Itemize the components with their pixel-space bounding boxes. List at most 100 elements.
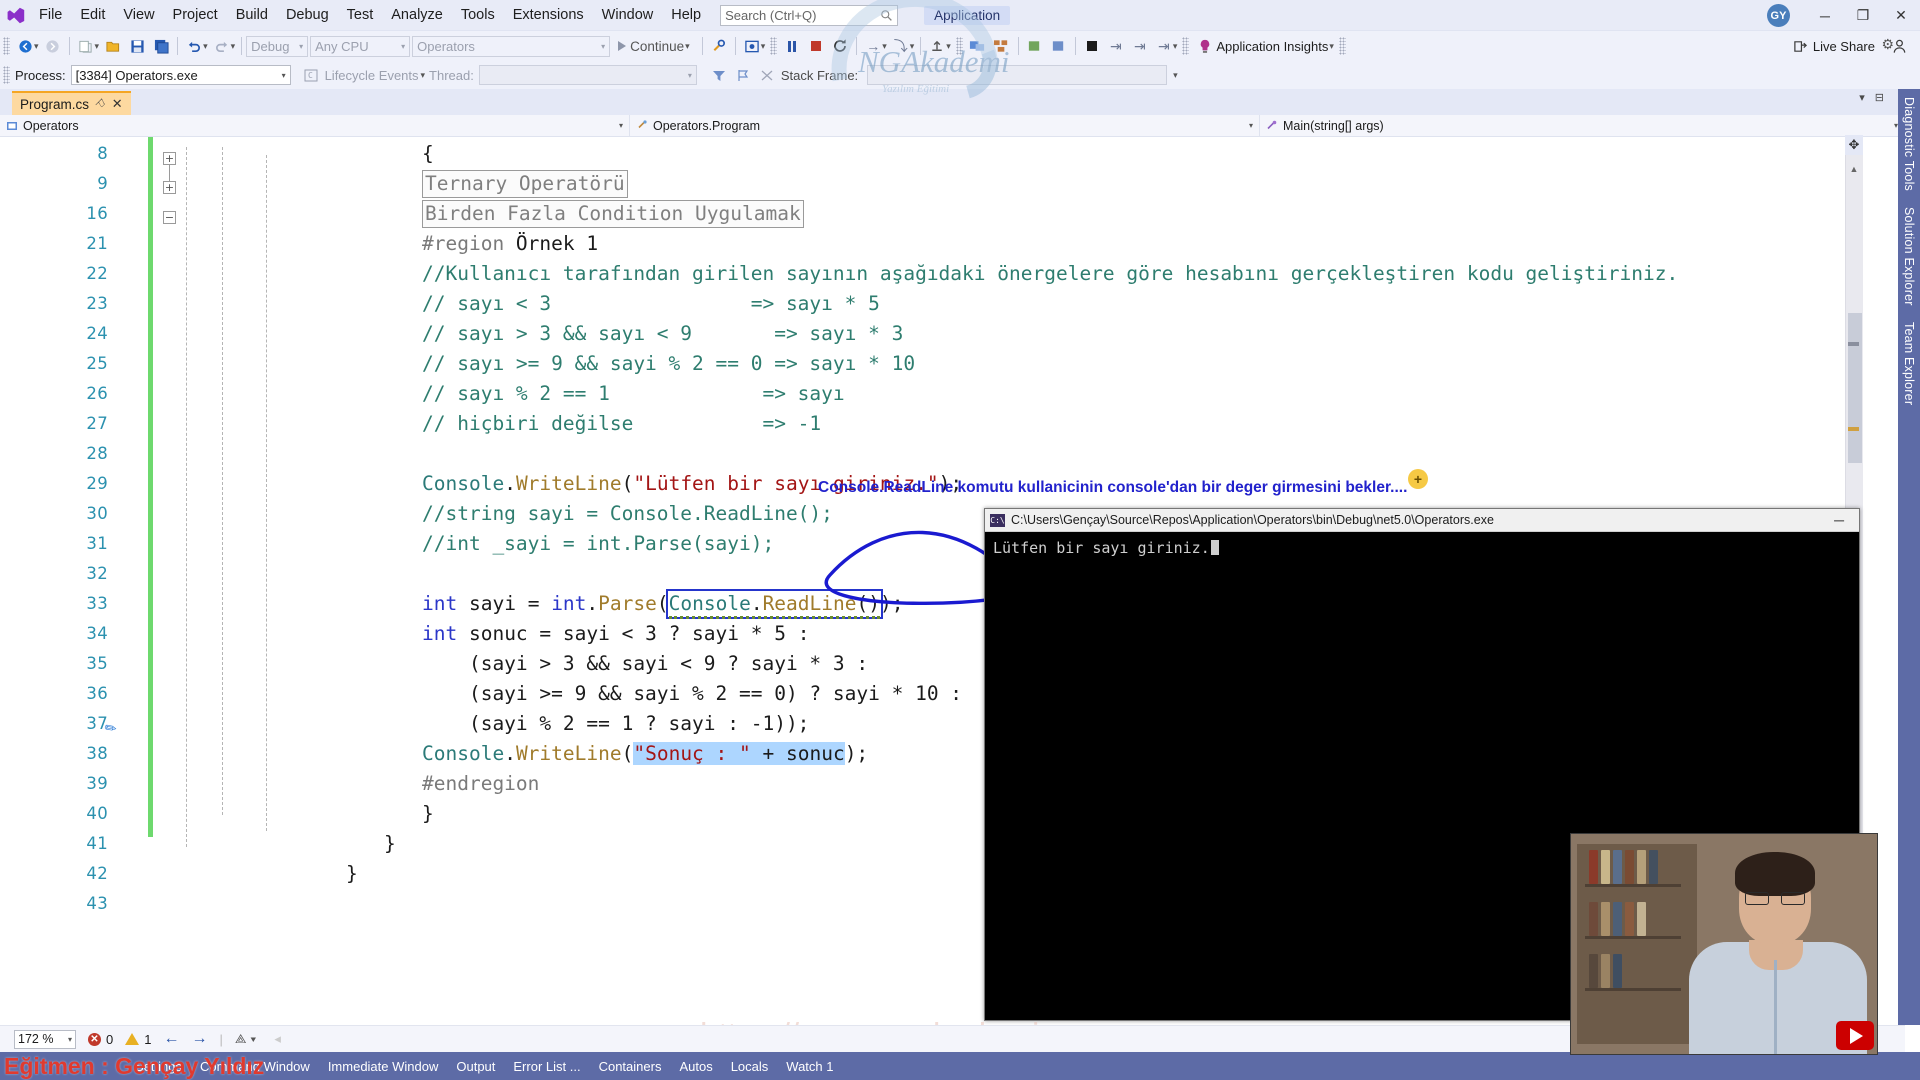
open-file-icon[interactable] <box>101 34 125 58</box>
back-dropdown-icon[interactable]: ▾ <box>34 41 39 52</box>
close-button[interactable]: ✕ <box>1882 0 1920 31</box>
toolbar-grip-4[interactable] <box>1182 37 1190 55</box>
chevron-down-icon[interactable]: ▾ <box>1329 41 1334 52</box>
breadcrumb-type[interactable]: Operators.Program ▾ <box>630 114 1260 137</box>
filter-threads-icon[interactable] <box>707 63 731 87</box>
highlighted-expression[interactable]: Console.ReadLine() <box>665 589 883 619</box>
toolbar-grip[interactable] <box>3 37 10 55</box>
code-line[interactable]: 25 // sayı >= 9 && sayi % 2 == 0 => sayı … <box>0 349 1905 379</box>
maximize-button[interactable]: ❐ <box>1844 0 1882 31</box>
breakpoint-icon[interactable] <box>1080 34 1104 58</box>
toolbar-grip-5[interactable] <box>1338 37 1346 55</box>
application-insights-button[interactable]: Application Insights ▾ <box>1198 39 1336 54</box>
code-line[interactable]: 21 #region Örnek 1 <box>0 229 1905 259</box>
navigate-forward-icon[interactable]: → <box>191 1030 207 1048</box>
debug-toolbar-grip[interactable] <box>3 66 10 84</box>
collapsed-region[interactable]: Ternary Operatörü <box>422 170 628 198</box>
pin-icon[interactable]: ⚐ <box>92 95 110 113</box>
startup-project-combo[interactable]: Operators ▾ <box>412 35 611 57</box>
split-view-icon[interactable]: ✥ <box>1845 135 1863 155</box>
live-share-button[interactable]: Live Share <box>1793 39 1875 54</box>
bottom-tab-autos[interactable]: Autos <box>670 1059 721 1074</box>
stack-frame-dropdown-icon[interactable]: ▾ <box>1173 70 1178 81</box>
scroll-up-arrow-icon[interactable]: ▲ <box>1845 160 1863 178</box>
lifecycle-events-icon[interactable]: C <box>299 63 323 87</box>
error-count[interactable]: ✕ 0 <box>88 1032 113 1047</box>
dock-tab-diagnostic-tools[interactable]: Diagnostic Tools <box>1898 89 1920 199</box>
disable-breakpoints-icon[interactable]: ⇥ <box>1128 34 1152 58</box>
continue-button[interactable]: Continue ▾ <box>612 34 698 58</box>
code-line[interactable]: 26 // sayı % 2 == 1 => sayı <box>0 379 1905 409</box>
minimize-button[interactable]: ─ <box>1806 0 1844 31</box>
platform-combo[interactable]: Any CPU ▾ <box>310 35 411 57</box>
menu-item-debug[interactable]: Debug <box>277 0 338 31</box>
code-line[interactable]: 22 //Kullanıcı tarafından girilen sayının… <box>0 259 1905 289</box>
code-line[interactable]: 27 // hiçbiri değilse => -1 <box>0 409 1905 439</box>
selected-text[interactable]: "Sonuç : " + sonuc <box>633 742 845 765</box>
menu-item-help[interactable]: Help <box>662 0 710 31</box>
save-icon[interactable] <box>125 34 149 58</box>
redo-dropdown-icon[interactable]: ▾ <box>231 41 236 52</box>
save-all-icon[interactable] <box>149 34 173 58</box>
undo-dropdown-icon[interactable]: ▾ <box>203 41 208 52</box>
code-line[interactable]: 24 // sayı > 3 && sayı < 9 => sayı * 3 <box>0 319 1905 349</box>
warning-count[interactable]: 1 <box>125 1032 151 1047</box>
enable-breakpoints-icon[interactable]: ⇥ <box>1104 34 1128 58</box>
bottom-tab-immediate-window[interactable]: Immediate Window <box>319 1059 448 1074</box>
lifecycle-dropdown-icon[interactable]: ▾ <box>421 70 426 81</box>
code-line[interactable]: 23 // sayı < 3 => sayı * 5 <box>0 289 1905 319</box>
hot-reload-icon[interactable] <box>707 34 731 58</box>
unflag-threads-icon[interactable] <box>755 63 779 87</box>
breadcrumb-project[interactable]: Operators ▾ <box>0 114 630 137</box>
bottom-tab-output[interactable]: Output <box>447 1059 504 1074</box>
code-line[interactable]: 16 Birden Fazla Condition Uygulamak <box>0 199 1905 229</box>
code-line[interactable]: 28 <box>0 439 1905 469</box>
menu-item-test[interactable]: Test <box>338 0 383 31</box>
new-dropdown-icon[interactable]: ▾ <box>95 41 100 52</box>
code-line[interactable]: 9 Ternary Operatörü <box>0 169 1905 199</box>
scrollbar-thumb[interactable] <box>1848 313 1862 463</box>
screenshot-dropdown-icon[interactable]: ▾ <box>761 41 766 52</box>
navigate-forward-icon[interactable] <box>41 34 65 58</box>
ink-add-button[interactable]: + <box>1408 469 1428 489</box>
error-filter-icon[interactable]: ⟁ ▾ <box>235 1031 257 1047</box>
menu-item-edit[interactable]: Edit <box>71 0 114 31</box>
youtube-play-button[interactable] <box>1836 1021 1874 1050</box>
menu-item-window[interactable]: Window <box>593 0 663 31</box>
close-icon[interactable]: ✕ <box>112 96 123 112</box>
menu-item-view[interactable]: View <box>114 0 163 31</box>
menu-item-tools[interactable]: Tools <box>452 0 504 31</box>
build-configuration-combo[interactable]: Debug ▾ <box>246 35 309 57</box>
console-minimize-button[interactable]: ─ <box>1824 512 1854 528</box>
zoom-level-combo[interactable]: 172 % ▾ <box>14 1029 76 1049</box>
navigate-back-icon[interactable]: ← <box>163 1030 179 1048</box>
thread-combo[interactable]: ▾ <box>478 65 697 85</box>
dock-tab-solution-explorer[interactable]: Solution Explorer <box>1898 199 1920 314</box>
menu-item-file[interactable]: File <box>30 0 71 31</box>
tab-program-cs[interactable]: Program.cs ⚐ ✕ <box>12 91 131 115</box>
menu-item-build[interactable]: Build <box>227 0 277 31</box>
menu-item-extensions[interactable]: Extensions <box>504 0 593 31</box>
tab-scroll-down-icon[interactable]: ▾ <box>1859 91 1865 104</box>
breakpoints-dropdown-icon[interactable]: ▾ <box>1173 41 1178 52</box>
menu-item-project[interactable]: Project <box>164 0 227 31</box>
dock-tab-team-explorer[interactable]: Team Explorer <box>1898 314 1920 413</box>
bottom-tab-containers[interactable]: Containers <box>590 1059 671 1074</box>
toolbar-grip-2[interactable] <box>770 37 778 55</box>
menu-item-analyze[interactable]: Analyze <box>382 0 452 31</box>
continue-dropdown-icon[interactable]: ▾ <box>685 41 690 52</box>
line-code: (sayi % 2 == 1 ? sayi : -1)); <box>422 709 809 739</box>
break-all-icon[interactable] <box>780 34 804 58</box>
watch-icon[interactable] <box>1047 34 1071 58</box>
gear-icon[interactable]: ⚙ <box>1881 36 1894 53</box>
breadcrumb-member[interactable]: Main(string[] args) ▾ <box>1260 114 1905 137</box>
tab-list-icon[interactable]: ⊟ <box>1875 91 1884 104</box>
avatar[interactable]: GY <box>1767 4 1790 27</box>
code-line[interactable]: 8{ <box>0 139 1905 169</box>
bottom-tab-error-list[interactable]: Error List ... <box>504 1059 589 1074</box>
bottom-tab-watch-1[interactable]: Watch 1 <box>777 1059 842 1074</box>
bottom-tab-locals[interactable]: Locals <box>722 1059 778 1074</box>
process-combo[interactable]: [3384] Operators.exe ▾ <box>70 65 291 85</box>
flag-threads-icon[interactable] <box>731 63 755 87</box>
collapsed-region[interactable]: Birden Fazla Condition Uygulamak <box>422 200 804 228</box>
